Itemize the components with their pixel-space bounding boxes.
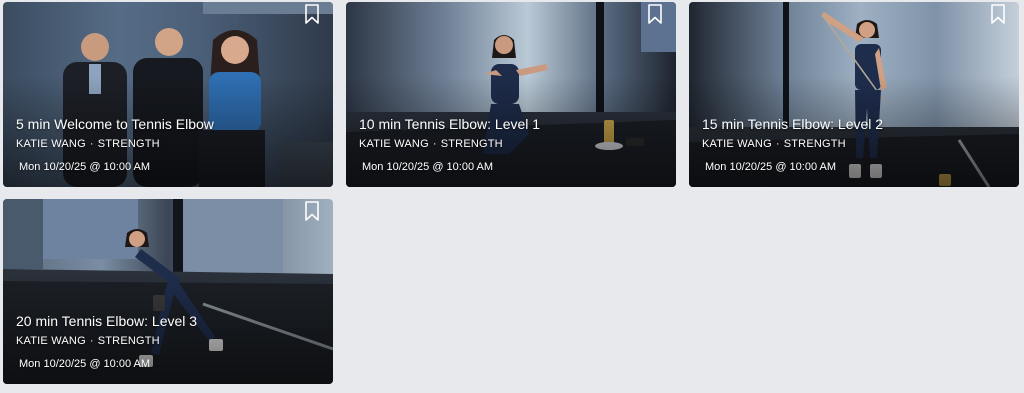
- class-meta: KATIE WANG · STRENGTH: [359, 137, 664, 151]
- class-date: Mon 10/20/25 @ 10:00 AM: [705, 161, 837, 173]
- class-date: Mon 10/20/25 @ 10:00 AM: [19, 358, 151, 370]
- class-card[interactable]: 20 min Tennis Elbow: Level 3 KATIE WANG ·…: [3, 199, 333, 384]
- class-meta: KATIE WANG · STRENGTH: [702, 137, 1007, 151]
- class-date: Mon 10/20/25 @ 10:00 AM: [19, 161, 151, 173]
- class-title: 10 min Tennis Elbow: Level 1: [359, 116, 541, 132]
- instructor-name: KATIE WANG: [359, 138, 429, 150]
- class-category: STRENGTH: [97, 138, 160, 150]
- class-meta: KATIE WANG · STRENGTH: [16, 334, 321, 348]
- meta-separator: ·: [432, 138, 437, 150]
- class-info: 5 min Welcome to Tennis Elbow KATIE WANG…: [15, 116, 321, 174]
- instructor-name: KATIE WANG: [702, 138, 772, 150]
- class-info: 20 min Tennis Elbow: Level 3 KATIE WANG ·…: [15, 313, 321, 371]
- bookmark-icon[interactable]: [304, 201, 320, 221]
- bookmark-icon[interactable]: [304, 4, 320, 24]
- class-category: STRENGTH: [97, 335, 160, 347]
- class-category: STRENGTH: [783, 138, 846, 150]
- meta-separator: ·: [89, 335, 94, 347]
- instructor-name: KATIE WANG: [16, 138, 86, 150]
- class-category: STRENGTH: [440, 138, 503, 150]
- class-title: 15 min Tennis Elbow: Level 2: [702, 116, 884, 132]
- class-title: 5 min Welcome to Tennis Elbow: [16, 116, 214, 132]
- class-title: 20 min Tennis Elbow: Level 3: [16, 313, 198, 329]
- bookmark-icon[interactable]: [647, 4, 663, 24]
- class-card[interactable]: 15 min Tennis Elbow: Level 2 KATIE WANG ·…: [689, 2, 1019, 187]
- class-info: 15 min Tennis Elbow: Level 2 KATIE WANG ·…: [701, 116, 1007, 174]
- class-info: 10 min Tennis Elbow: Level 1 KATIE WANG ·…: [358, 116, 664, 174]
- meta-separator: ·: [89, 138, 94, 150]
- class-card[interactable]: 5 min Welcome to Tennis Elbow KATIE WANG…: [3, 2, 333, 187]
- class-grid: 5 min Welcome to Tennis Elbow KATIE WANG…: [0, 0, 1024, 393]
- class-card[interactable]: 10 min Tennis Elbow: Level 1 KATIE WANG ·…: [346, 2, 676, 187]
- class-date: Mon 10/20/25 @ 10:00 AM: [362, 161, 494, 173]
- class-meta: KATIE WANG · STRENGTH: [16, 137, 321, 151]
- bookmark-icon[interactable]: [990, 4, 1006, 24]
- instructor-name: KATIE WANG: [16, 335, 86, 347]
- meta-separator: ·: [775, 138, 780, 150]
